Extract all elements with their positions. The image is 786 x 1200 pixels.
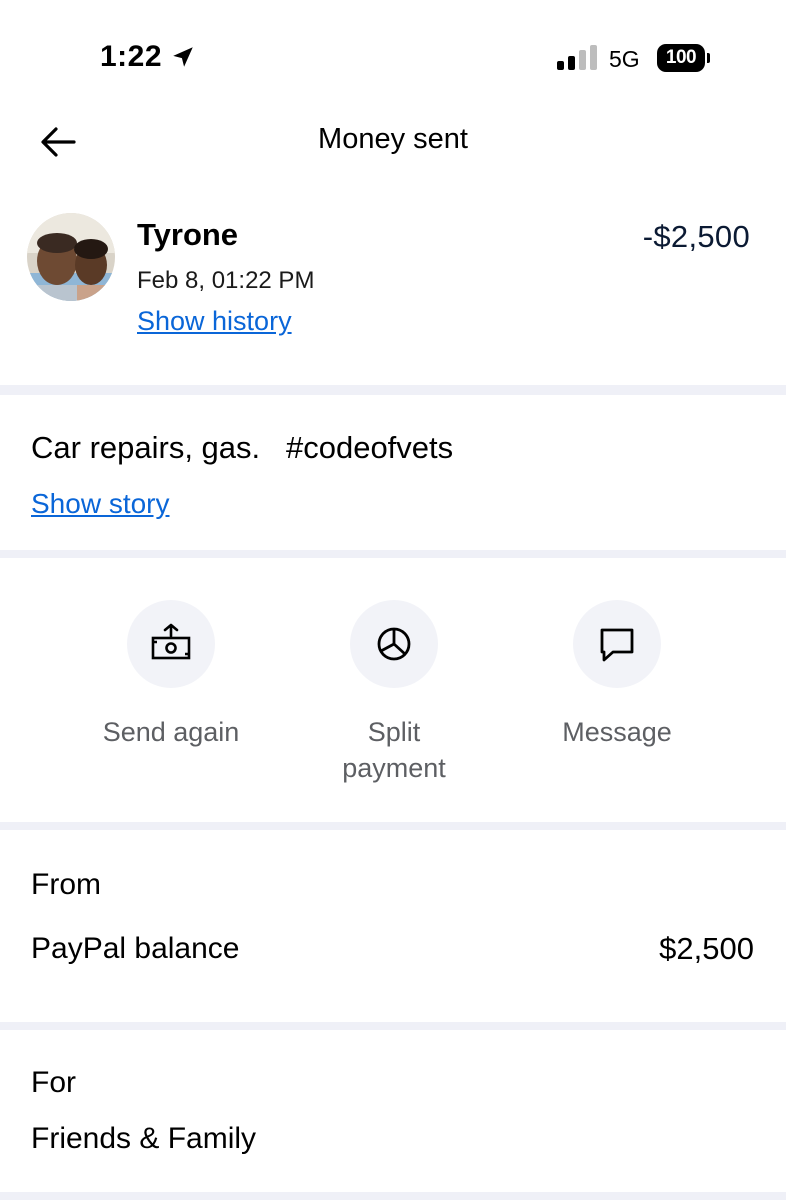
- location-arrow-icon: [173, 47, 193, 67]
- transaction-date: Feb 8, 01:22 PM: [137, 267, 315, 294]
- recipient-name: Tyrone: [137, 217, 239, 252]
- action-label: Message: [562, 717, 672, 747]
- payment-note: Car repairs, gas. #codeofvets: [31, 430, 454, 465]
- pie-chart-icon: [377, 627, 411, 661]
- network-label: 5G: [609, 46, 640, 72]
- header: Money sent: [0, 110, 786, 180]
- signal-icon: [557, 45, 597, 70]
- show-history-link[interactable]: Show history: [137, 306, 292, 337]
- funding-amount: $2,500: [659, 931, 754, 966]
- status-time: 1:22: [100, 40, 163, 73]
- action-label: Split payment: [342, 717, 446, 783]
- divider: [0, 1022, 786, 1030]
- send-again-button[interactable]: Send again: [61, 600, 281, 750]
- action-label: Send again: [102, 717, 240, 747]
- page-title: Money sent: [318, 123, 468, 155]
- funding-source: PayPal balance: [31, 932, 240, 965]
- battery-icon: 100: [657, 44, 710, 72]
- send-money-icon: [151, 623, 191, 660]
- divider: [0, 822, 786, 830]
- avatar: [27, 213, 115, 301]
- divider: [0, 1192, 786, 1200]
- split-payment-button[interactable]: Split payment: [284, 600, 504, 786]
- status-bar: 1:22 5G 100: [0, 0, 786, 110]
- for-label: For: [31, 1066, 76, 1099]
- battery-level: 100: [665, 47, 697, 68]
- divider: [0, 385, 786, 395]
- recipient-section: Tyrone Feb 8, 01:22 PM Show history -$2,…: [0, 195, 786, 385]
- message-button[interactable]: Message: [507, 600, 727, 750]
- divider: [0, 550, 786, 558]
- from-label: From: [31, 868, 101, 901]
- transaction-amount: -$2,500: [642, 219, 750, 254]
- payment-type: Friends & Family: [31, 1122, 257, 1155]
- show-story-link[interactable]: Show story: [31, 488, 170, 520]
- message-bubble-icon: [600, 628, 634, 662]
